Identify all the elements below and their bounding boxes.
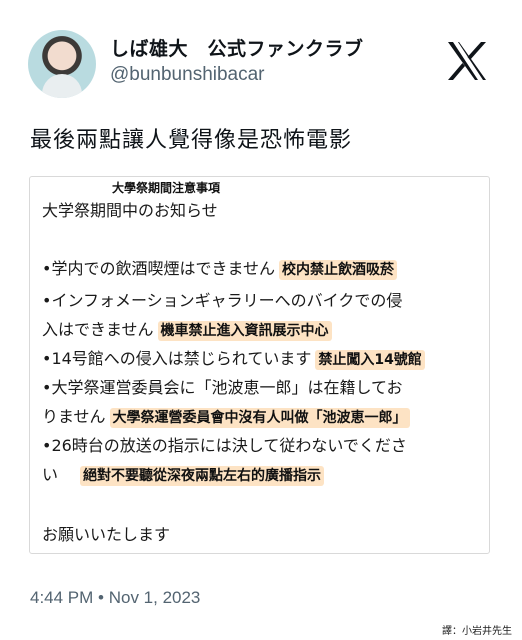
notice-line-text: •26時台の放送の指示には決して従わないでくださ — [42, 436, 407, 455]
account-handle[interactable]: @bunbunshibacar — [110, 64, 265, 86]
notice-line-text: •14号館への侵入は禁じられています — [42, 349, 312, 368]
translation-highlight: 校内禁止飲酒吸菸 — [278, 260, 397, 280]
notice-title: 大学祭期間中のお知らせ — [42, 201, 218, 220]
translation-highlight: 禁止闖入14號館 — [315, 350, 425, 370]
display-name[interactable]: しば雄大 公式ファンクラブ — [110, 34, 364, 61]
notice-line-text: い — [42, 465, 59, 484]
translator-credit: 譯：小岩井先生 — [442, 626, 512, 637]
notice-line-text: •インフォメーションギャラリーへのバイクでの侵 — [42, 291, 403, 310]
tweet-text: 最後兩點讓人覺得像是恐怖電影 — [30, 128, 353, 153]
notice-line: •26時台の放送の指示には決して従わないでくださ — [42, 432, 407, 456]
notice-line: 入はできません 機車禁止進入資訊展示中心 — [42, 316, 332, 341]
avatar-shoulders — [42, 74, 82, 98]
notice-image[interactable]: 大學祭期間注意事項 大学祭期間中のお知らせ •学内での飲酒喫煙はできません 校内禁… — [29, 176, 490, 554]
avatar[interactable] — [28, 30, 96, 98]
notice-line-text: •大学祭運営委員会に「池波恵一郎」は在籍してお — [42, 378, 403, 397]
tweet-timestamp[interactable]: 4:44 PM • Nov 1, 2023 — [30, 588, 200, 608]
notice-closing: お願いいたします — [42, 525, 171, 544]
notice-line-text: •学内での飲酒喫煙はできません — [42, 259, 275, 278]
notice-line: •大学祭運営委員会に「池波恵一郎」は在籍してお — [42, 374, 402, 398]
notice-annotation-title: 大學祭期間注意事項 — [112, 181, 221, 195]
notice-line: りません 大學祭運營委員會中沒有人叫做「池波恵一郎」 — [42, 403, 410, 428]
translation-highlight: 絕對不要聽從深夜兩點左右的廣播指示 — [80, 466, 325, 486]
x-logo-icon[interactable] — [445, 40, 489, 82]
notice-line: •学内での飲酒喫煙はできません 校内禁止飲酒吸菸 — [42, 255, 397, 280]
translation-highlight: 大學祭運營委員會中沒有人叫做「池波恵一郎」 — [109, 408, 410, 428]
notice-line: •14号館への侵入は禁じられています 禁止闖入14號館 — [42, 345, 425, 370]
notice-line-text: 入はできません — [42, 320, 154, 339]
notice-line: •インフォメーションギャラリーへのバイクでの侵 — [42, 287, 402, 311]
translation-highlight: 機車禁止進入資訊展示中心 — [157, 321, 332, 341]
notice-line: い 絕對不要聽從深夜兩點左右的廣播指示 — [42, 461, 325, 486]
notice-line-text: りません — [42, 407, 106, 426]
